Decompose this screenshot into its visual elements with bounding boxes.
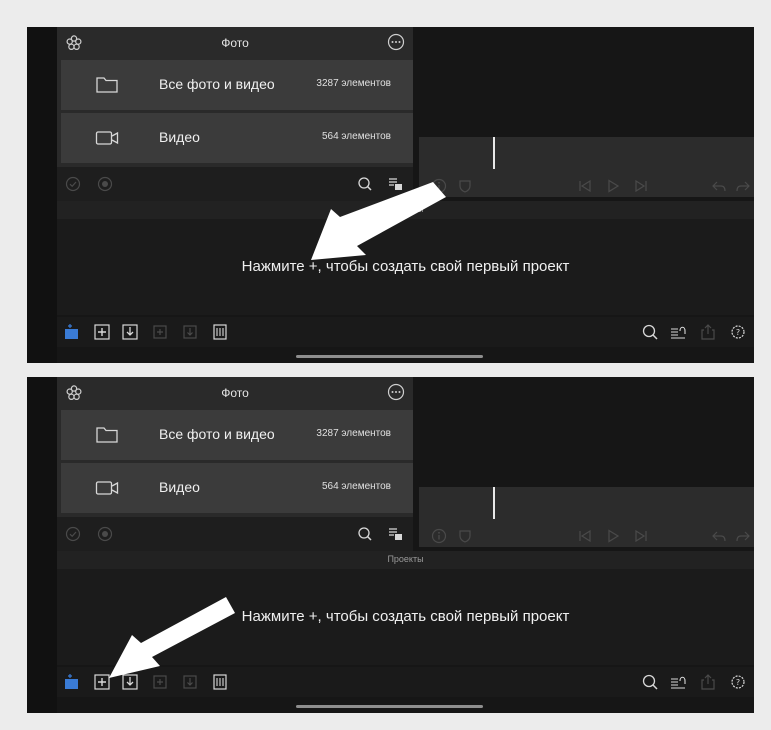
skip-forward-icon[interactable]	[633, 178, 649, 194]
album-count: 3287 элементов	[316, 428, 391, 439]
video-camera-icon	[95, 478, 119, 498]
svg-text:?: ?	[736, 678, 740, 687]
album-count: 564 элементов	[321, 131, 391, 142]
move-icon[interactable]	[181, 323, 199, 341]
search-icon[interactable]	[641, 323, 659, 341]
projects-header: Проекты	[57, 201, 754, 219]
preview-viewer	[413, 27, 754, 137]
screenshot-step-2: Фото Все фото и видео 3287 элементов Вид…	[27, 377, 754, 713]
shield-icon[interactable]	[457, 528, 473, 544]
left-gutter	[27, 377, 57, 713]
playhead[interactable]	[493, 487, 495, 519]
screenshot-step-1: Фото Все фото и видео 3287 элементов Вид…	[27, 27, 754, 363]
trash-icon[interactable]	[211, 323, 229, 341]
album-name: Видео	[159, 479, 200, 495]
album-name: Видео	[159, 129, 200, 145]
move-icon[interactable]	[181, 673, 199, 691]
project-area: Нажмите +, чтобы создать свой первый про…	[57, 569, 754, 665]
video-camera-icon	[95, 128, 119, 148]
svg-text:?: ?	[736, 328, 740, 337]
album-count: 564 элементов	[321, 481, 391, 492]
preview-viewer	[413, 377, 754, 487]
skip-forward-icon[interactable]	[633, 528, 649, 544]
help-settings-icon[interactable]: ?	[729, 673, 747, 691]
info-icon[interactable]	[431, 528, 447, 544]
download-icon[interactable]	[121, 323, 139, 341]
share-icon[interactable]	[699, 673, 717, 691]
redo-icon[interactable]	[735, 178, 751, 194]
projects-toolbar: ?	[57, 317, 754, 347]
album-name: Все фото и видео	[159, 76, 275, 92]
play-icon[interactable]	[605, 178, 621, 194]
album-row-all-photos[interactable]: Все фото и видео 3287 элементов	[61, 60, 413, 110]
project-area: Нажмите +, чтобы создать свой первый про…	[57, 219, 754, 315]
record-icon[interactable]	[97, 526, 113, 542]
sort-icon[interactable]	[387, 526, 403, 542]
search-icon[interactable]	[357, 526, 373, 542]
selection-toolbar	[57, 517, 413, 551]
info-icon[interactable]	[431, 178, 447, 194]
undo-icon[interactable]	[711, 178, 727, 194]
empty-projects-hint: Нажмите +, чтобы создать свой первый про…	[241, 258, 570, 275]
sort-icon[interactable]	[669, 323, 687, 341]
add-project-button[interactable]	[93, 673, 111, 691]
duplicate-icon[interactable]	[151, 673, 169, 691]
import-project-icon[interactable]	[63, 673, 81, 691]
folder-icon	[95, 425, 119, 445]
photo-panel-header: Фото	[57, 377, 413, 409]
album-name: Все фото и видео	[159, 426, 275, 442]
projects-label: Проекты	[387, 554, 424, 564]
shield-icon[interactable]	[457, 178, 473, 194]
import-project-icon[interactable]	[63, 323, 81, 341]
play-icon[interactable]	[605, 528, 621, 544]
add-project-button[interactable]	[93, 323, 111, 341]
photo-panel-header: Фото	[57, 27, 413, 59]
trash-icon[interactable]	[211, 673, 229, 691]
album-count: 3287 элементов	[316, 78, 391, 89]
photo-panel: Фото Все фото и видео 3287 элементов Вид…	[57, 27, 413, 175]
home-indicator	[296, 705, 483, 708]
undo-icon[interactable]	[711, 528, 727, 544]
share-icon[interactable]	[699, 323, 717, 341]
photo-panel: Фото Все фото и видео 3287 элементов Вид…	[57, 377, 413, 525]
more-options-icon[interactable]	[387, 33, 405, 51]
player-controls	[419, 175, 754, 201]
more-options-icon[interactable]	[387, 383, 405, 401]
playhead[interactable]	[493, 137, 495, 169]
selection-toolbar	[57, 167, 413, 201]
folder-icon	[95, 75, 119, 95]
photo-panel-title: Фото	[221, 386, 249, 400]
projects-header: Проекты	[57, 551, 754, 569]
sort-icon[interactable]	[669, 673, 687, 691]
redo-icon[interactable]	[735, 528, 751, 544]
empty-projects-hint: Нажмите +, чтобы создать свой первый про…	[241, 608, 570, 625]
photo-panel-title: Фото	[221, 36, 249, 50]
help-settings-icon[interactable]: ?	[729, 323, 747, 341]
search-icon[interactable]	[357, 176, 373, 192]
album-row-video[interactable]: Видео 564 элементов	[61, 463, 413, 513]
download-icon[interactable]	[121, 673, 139, 691]
check-circle-icon[interactable]	[65, 526, 81, 542]
skip-back-icon[interactable]	[577, 178, 593, 194]
search-icon[interactable]	[641, 673, 659, 691]
check-circle-icon[interactable]	[65, 176, 81, 192]
home-indicator	[296, 355, 483, 358]
skip-back-icon[interactable]	[577, 528, 593, 544]
projects-toolbar: ?	[57, 667, 754, 697]
sort-icon[interactable]	[387, 176, 403, 192]
album-row-video[interactable]: Видео 564 элементов	[61, 113, 413, 163]
album-row-all-photos[interactable]: Все фото и видео 3287 элементов	[61, 410, 413, 460]
record-icon[interactable]	[97, 176, 113, 192]
left-gutter	[27, 27, 57, 363]
projects-label: Проекты	[387, 204, 424, 214]
duplicate-icon[interactable]	[151, 323, 169, 341]
player-controls	[419, 525, 754, 551]
